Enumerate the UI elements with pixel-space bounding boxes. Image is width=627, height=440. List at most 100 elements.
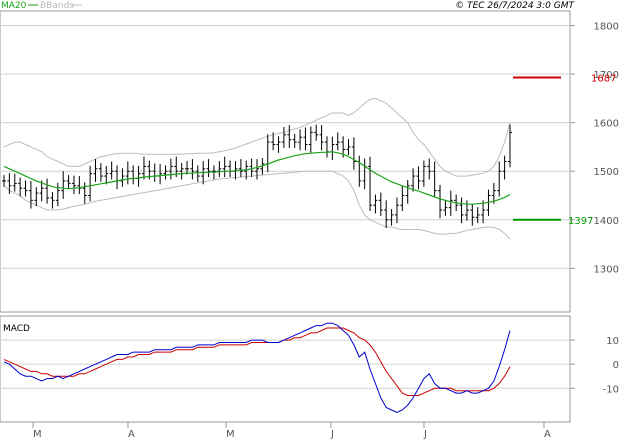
- price-bar: [400, 185, 405, 212]
- macd-y-axis: 10 0 -10: [570, 336, 619, 395]
- time-axis: MAMJJA: [0, 421, 570, 440]
- chart-canvas: MA20 BBands © TEC 26/7/2024 3:0 GMT 1300…: [0, 1, 619, 440]
- price-bar: [50, 192, 55, 209]
- price-bar: [34, 187, 39, 207]
- price-bar: [115, 165, 120, 190]
- price-bar: [330, 136, 335, 161]
- price-bar: [18, 177, 23, 197]
- price-bar: [373, 194, 378, 214]
- resistance-label: 1687: [591, 74, 616, 85]
- price-bar: [104, 165, 109, 185]
- price-bar: [93, 159, 98, 182]
- price-bar: [443, 199, 448, 216]
- price-bar: [432, 161, 437, 197]
- price-bar: [335, 132, 340, 151]
- time-tick-label: M: [33, 429, 42, 440]
- price-tick-label: 1500: [594, 167, 619, 178]
- price-bar: [109, 161, 114, 180]
- price-bar: [303, 127, 308, 151]
- price-bar: [405, 179, 410, 204]
- price-bar: [28, 180, 33, 209]
- price-bar: [45, 178, 50, 204]
- price-bar: [98, 162, 103, 182]
- price-y-axis: 130014001500160017001800: [570, 22, 619, 275]
- price-bar: [12, 173, 17, 192]
- price-bar: [222, 156, 227, 178]
- price-bar: [131, 165, 136, 185]
- price-bar: [292, 133, 297, 148]
- price-bar: [319, 125, 324, 151]
- price-bar: [152, 163, 157, 182]
- price-bar: [384, 200, 389, 229]
- price-bar: [438, 184, 443, 219]
- price-bar: [77, 176, 82, 195]
- price-bar: [185, 161, 190, 175]
- price-bar: [287, 125, 292, 148]
- price-bar: [71, 175, 76, 195]
- macd-line: [3, 322, 511, 413]
- price-tick-label: 1300: [594, 264, 619, 275]
- macd-signal-line: [3, 327, 511, 396]
- price-bar: [324, 136, 329, 158]
- price-panel-frame: [0, 10, 571, 313]
- price-bar: [508, 124, 512, 168]
- price-bar: [125, 161, 130, 185]
- time-tick-label: A: [544, 429, 551, 440]
- time-tick-label: J: [423, 429, 427, 440]
- price-bar: [389, 209, 394, 226]
- price-bar: [163, 165, 168, 180]
- price-bar: [55, 182, 60, 207]
- price-bar: [411, 168, 416, 192]
- price-tick-label: 1400: [594, 216, 619, 227]
- price-bar: [351, 137, 356, 170]
- time-tick-label: J: [330, 429, 334, 440]
- macd-grid: [0, 339, 570, 389]
- price-bar: [378, 192, 383, 216]
- macd-title: MACD: [3, 324, 30, 334]
- price-bar: [427, 158, 432, 180]
- price-bar: [276, 136, 281, 153]
- macd-panel: MACD 10 0 -10: [0, 315, 619, 423]
- price-bar: [141, 156, 146, 180]
- price-bar: [82, 182, 87, 204]
- price-bar: [346, 139, 351, 156]
- price-grid: [0, 25, 570, 269]
- price-bar: [265, 134, 270, 173]
- price-bar: [502, 155, 507, 180]
- price-bar: [136, 165, 141, 187]
- macd-tick-label: 0: [613, 360, 619, 371]
- macd-lines: [3, 322, 511, 413]
- price-bar: [448, 190, 453, 216]
- price-bar: [470, 204, 475, 226]
- time-tick-label: A: [128, 429, 135, 440]
- ma-legend-label: MA20: [1, 1, 27, 11]
- price-bar: [61, 171, 66, 199]
- bbands-legend-label: BBands: [40, 1, 74, 11]
- price-bar: [314, 124, 319, 141]
- price-bar: [298, 129, 303, 151]
- macd-tick-label: 10: [606, 336, 619, 347]
- price-bar: [255, 159, 259, 180]
- price-bar: [66, 175, 71, 190]
- price-bar: [168, 158, 173, 180]
- price-bar: [362, 158, 367, 190]
- price-bar: [368, 156, 373, 212]
- time-tick-label: M: [226, 429, 235, 440]
- price-bar: [281, 127, 286, 148]
- price-bar: [228, 160, 233, 178]
- macd-tick-label: -10: [603, 384, 619, 395]
- bband-lower-line: [3, 170, 511, 240]
- price-bar: [158, 163, 163, 185]
- price-levels: 1687 1397: [513, 74, 616, 227]
- price-tick-label: 1600: [594, 119, 619, 130]
- copyright-text: © TEC 26/7/2024 3:0 GMT: [455, 1, 575, 11]
- price-bar: [190, 159, 195, 180]
- price-bar: [206, 159, 211, 178]
- price-bar: [464, 200, 469, 221]
- price-bar: [308, 126, 313, 153]
- support-label: 1397: [568, 216, 593, 227]
- price-bar: [23, 180, 28, 197]
- header: MA20 BBands © TEC 26/7/2024 3:0 GMT: [1, 1, 576, 11]
- price-bar: [195, 165, 200, 182]
- price-bar: [497, 161, 502, 197]
